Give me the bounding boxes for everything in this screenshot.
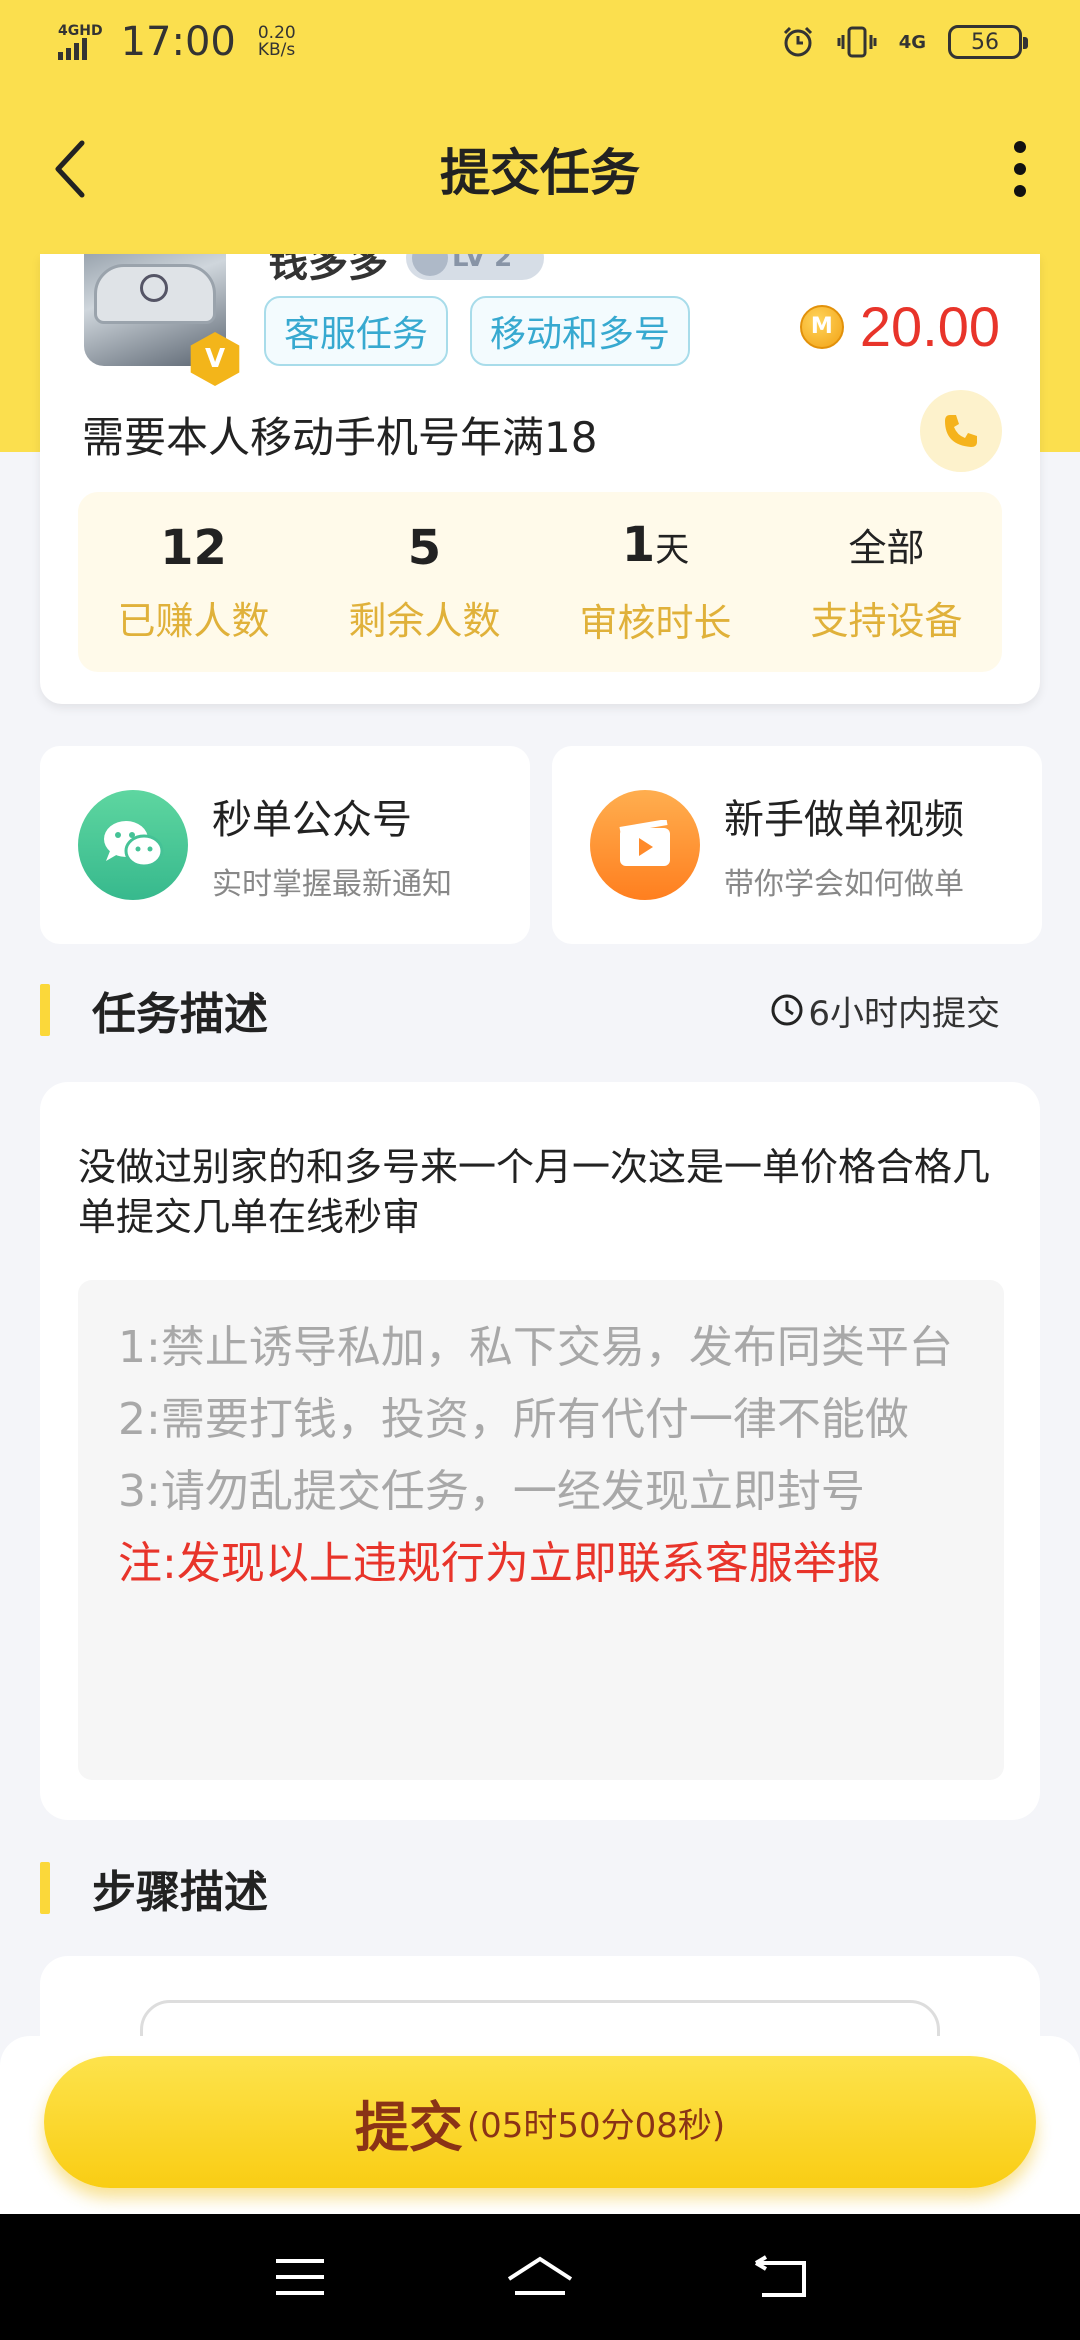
chevron-left-icon <box>55 140 85 198</box>
stat-label: 剩余人数 <box>348 598 501 643</box>
task-description-text: 没做过别家的和多号来一个月一次这是一单价格合格几单提交几单在线秒审 <box>78 1145 991 1239</box>
more-dot <box>1014 141 1026 153</box>
stat-review-time: 1天 审核时长 <box>540 492 771 672</box>
menu-button[interactable] <box>255 2242 345 2312</box>
level-badge: LV 2 <box>406 254 544 280</box>
stat-label: 已赚人数 <box>117 598 270 643</box>
signal-icon: 4GHD <box>58 24 103 60</box>
stat-remaining: 5 剩余人数 <box>309 492 540 672</box>
more-options-button[interactable] <box>1000 129 1040 209</box>
section-accent-bar <box>40 1862 50 1914</box>
section-accent-bar <box>40 984 50 1036</box>
more-dot <box>1014 185 1026 197</box>
promo-subtitle: 带你学会如何做单 <box>724 867 964 902</box>
stat-label: 支持设备 <box>810 598 963 643</box>
bottom-action-bar: 提交 (05时50分08秒) <box>0 2036 1080 2214</box>
back-button[interactable] <box>40 129 100 209</box>
alarm-icon <box>783 26 812 57</box>
network-speed: 0.20 KB/s <box>257 23 296 60</box>
task-stats: 12 已赚人数 5 剩余人数 1天 审核时长 全部 支持设备 <box>78 492 1002 672</box>
steps-header: 步骤描述 <box>40 1858 1040 1918</box>
stat-devices: 全部 支持设备 <box>771 492 1002 672</box>
task-tag: 客服任务 <box>264 296 449 366</box>
network-4g-label: 4G <box>898 31 926 53</box>
section-title: 任务描述 <box>92 989 268 1040</box>
rule-item: 2:需要打钱，投资，所有代付一律不能做 <box>118 1394 909 1445</box>
coin-icon: M <box>799 304 844 349</box>
task-description-header: 任务描述 6小时内提交 <box>40 980 1040 1040</box>
submit-button[interactable]: 提交 (05时50分08秒) <box>44 2056 1036 2188</box>
stat-label: 审核时长 <box>579 601 732 645</box>
video-icon <box>590 790 700 900</box>
system-navigation-bar <box>0 2214 1080 2340</box>
submit-countdown: (05时50分08秒) <box>466 2105 726 2146</box>
battery-level: 56 <box>971 29 999 55</box>
task-tag: 移动和多号 <box>470 296 691 366</box>
reward-amount: 20.00 <box>859 295 1000 358</box>
contact-phone-button[interactable] <box>920 390 1002 472</box>
wechat-icon <box>78 790 188 900</box>
menu-icon <box>276 2259 324 2295</box>
network-type: 4GHD <box>58 23 103 39</box>
home-icon <box>507 2256 573 2295</box>
stat-value: 5 <box>407 519 442 576</box>
promo-tutorial-video[interactable]: 新手做单视频 带你学会如何做单 <box>552 746 1042 944</box>
promo-title: 秒单公众号 <box>212 797 412 843</box>
promo-official-account[interactable]: 秒单公众号 实时掌握最新通知 <box>40 746 530 944</box>
submit-deadline: 6小时内提交 <box>770 986 1000 1035</box>
promo-title: 新手做单视频 <box>724 797 964 843</box>
page-title: 提交任务 <box>440 144 640 202</box>
app-header: 提交任务 <box>0 84 1080 254</box>
rule-item: 3:请勿乱提交任务，一经发现立即封号 <box>118 1466 865 1517</box>
more-dot <box>1014 163 1026 175</box>
battery-icon: 56 <box>948 25 1028 59</box>
home-button[interactable] <box>495 2242 585 2312</box>
rule-warning: 注:发现以上违规行为立即联系客服举报 <box>118 1538 881 1589</box>
status-bar: 4GHD 17:00 0.20 KB/s 4G 56 <box>0 0 1080 84</box>
task-requirement: 需要本人移动手机号年满18 <box>82 413 598 462</box>
task-publisher-name: 钱多多 <box>268 254 388 286</box>
clock-icon <box>771 994 803 1026</box>
task-tags: 客服任务 移动和多号 <box>264 296 691 366</box>
vibrate-icon <box>837 26 877 58</box>
stat-value: 12 <box>160 519 227 576</box>
task-card: V 钱多多 LV 2 客服任务 移动和多号 M 20.00 需要本人移动手机号年… <box>40 254 1040 704</box>
phone-icon <box>945 415 977 447</box>
promo-subtitle: 实时掌握最新通知 <box>212 867 452 902</box>
rule-item: 1:禁止诱导私加，私下交易，发布同类平台 <box>118 1322 953 1373</box>
back-arrow-icon <box>754 2255 806 2297</box>
back-nav-button[interactable] <box>735 2242 825 2312</box>
status-time: 17:00 <box>120 19 236 65</box>
task-reward: M 20.00 <box>799 294 1000 359</box>
rules-box: 1:禁止诱导私加，私下交易，发布同类平台 2:需要打钱，投资，所有代付一律不能做… <box>78 1280 1004 1780</box>
section-title: 步骤描述 <box>92 1867 268 1918</box>
submit-label: 提交 <box>354 2095 463 2159</box>
level-icon <box>412 254 448 276</box>
stat-earned: 12 已赚人数 <box>78 492 309 672</box>
task-description-card: 没做过别家的和多号来一个月一次这是一单价格合格几单提交几单在线秒审 1:禁止诱导… <box>40 1082 1040 1820</box>
stat-value: 全部 <box>848 525 925 570</box>
stat-value: 1天 <box>621 517 690 573</box>
